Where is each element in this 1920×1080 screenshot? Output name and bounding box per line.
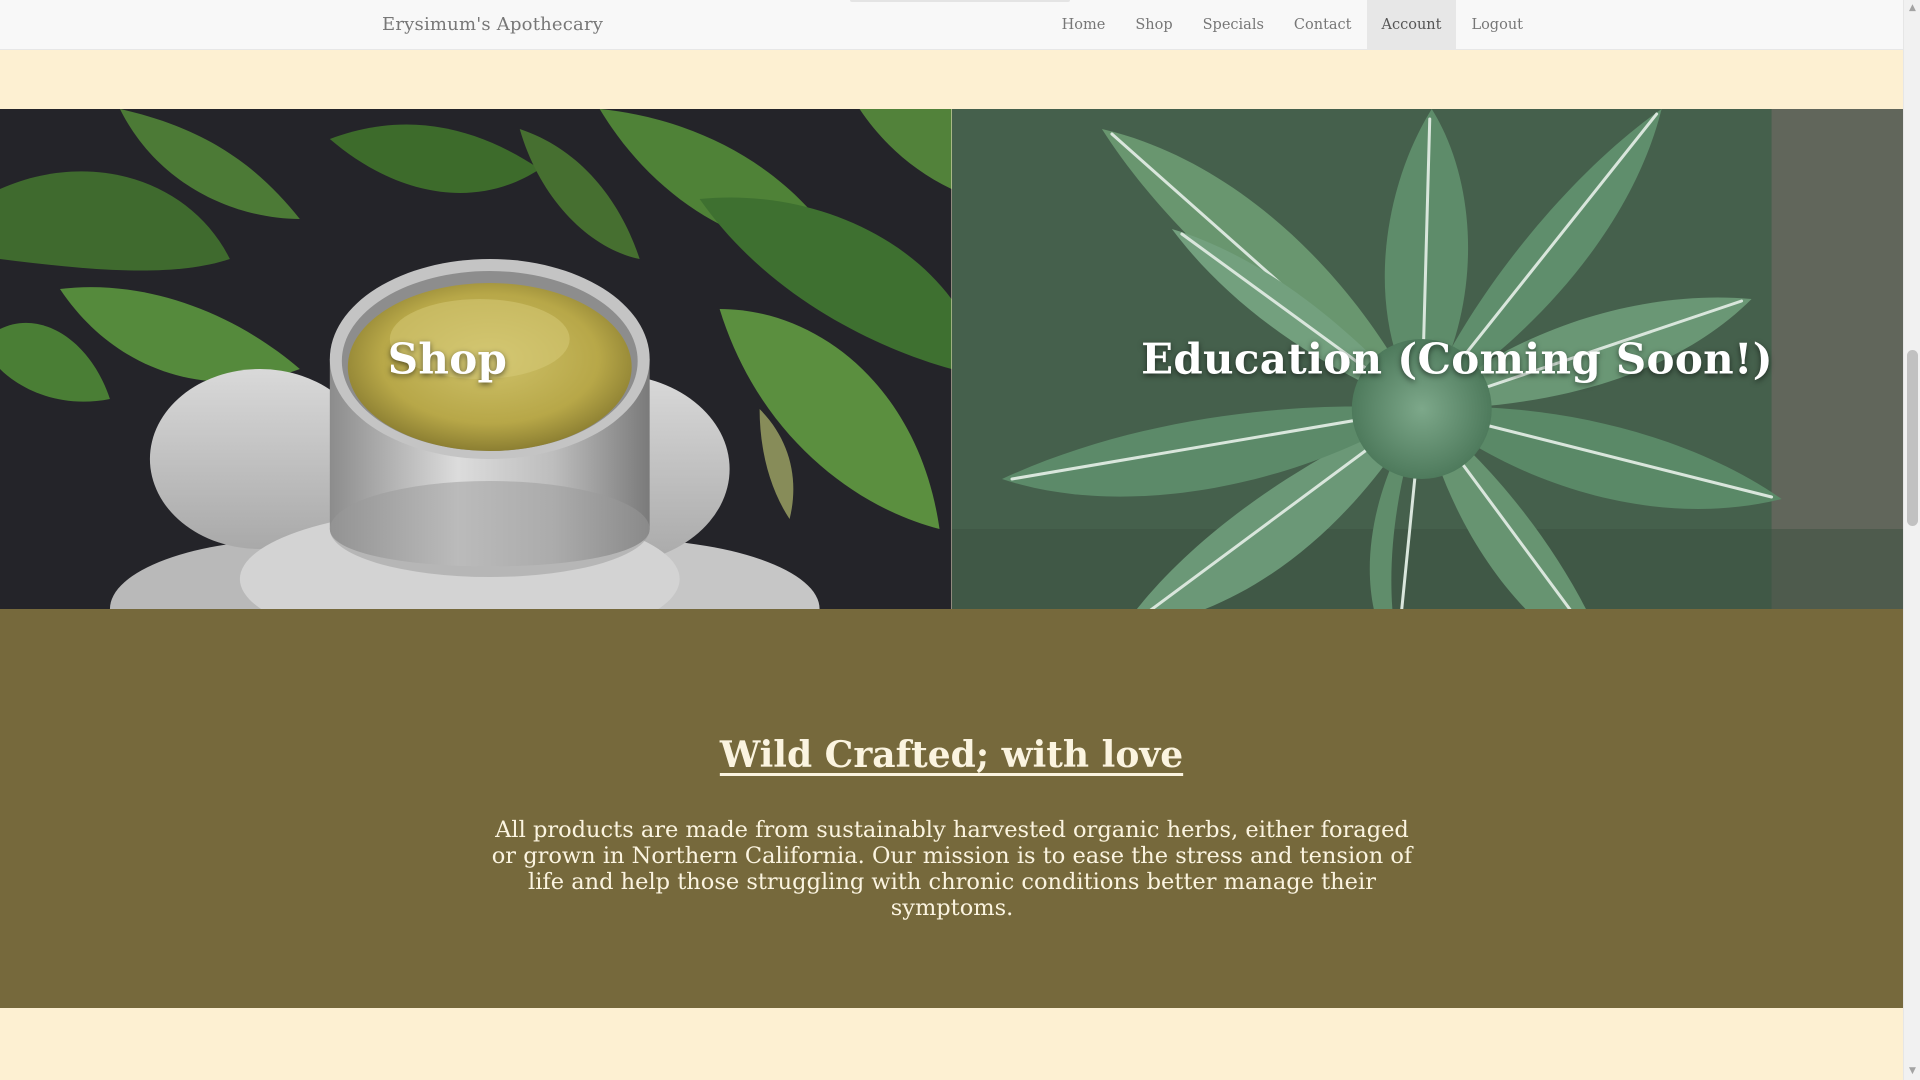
nav-item-logout: Logout [1456,0,1538,50]
brand-link[interactable]: Erysimum's Apothecary [382,0,603,50]
page: Erysimum's Apothecary Home Shop Specials… [0,0,1920,1080]
nav-item-home: Home [1047,0,1121,50]
nav-item-account: Account [1366,0,1457,50]
nav-link-contact[interactable]: Contact [1279,0,1367,50]
scroll-thumb[interactable] [1907,350,1918,526]
nav-link-account[interactable]: Account [1366,0,1457,50]
shop-tile-label: Shop [387,334,508,384]
vertical-scrollbar[interactable]: ▲ ▼ [1903,0,1920,1080]
top-navbar: Erysimum's Apothecary Home Shop Specials… [0,0,1903,50]
shop-tile[interactable]: Shop [0,109,952,609]
nav-link-specials[interactable]: Specials [1188,0,1279,50]
navbar-pull-tab [850,0,1070,2]
nav-item-contact: Contact [1279,0,1367,50]
nav-item-shop: Shop [1120,0,1187,50]
nav-link-logout[interactable]: Logout [1456,0,1538,50]
feature-tiles: Shop Education (Coming Soon!) [0,109,1903,609]
bottom-band [0,1008,1903,1080]
scroll-up-icon[interactable]: ▲ [1904,0,1920,17]
nav-link-shop[interactable]: Shop [1120,0,1187,50]
scroll-down-icon[interactable]: ▼ [1904,1063,1920,1080]
nav-item-specials: Specials [1188,0,1279,50]
nav-links: Home Shop Specials Contact Account Logou… [1047,0,1538,50]
education-tile-label: Education (Coming Soon!) [1141,334,1773,384]
mission-body: All products are made from sustainably h… [491,817,1413,921]
mission-heading: Wild Crafted; with love [719,734,1184,776]
mission-section: Wild Crafted; with love All products are… [0,609,1903,1008]
nav-link-home[interactable]: Home [1047,0,1121,50]
education-tile[interactable]: Education (Coming Soon!) [951,109,1903,609]
